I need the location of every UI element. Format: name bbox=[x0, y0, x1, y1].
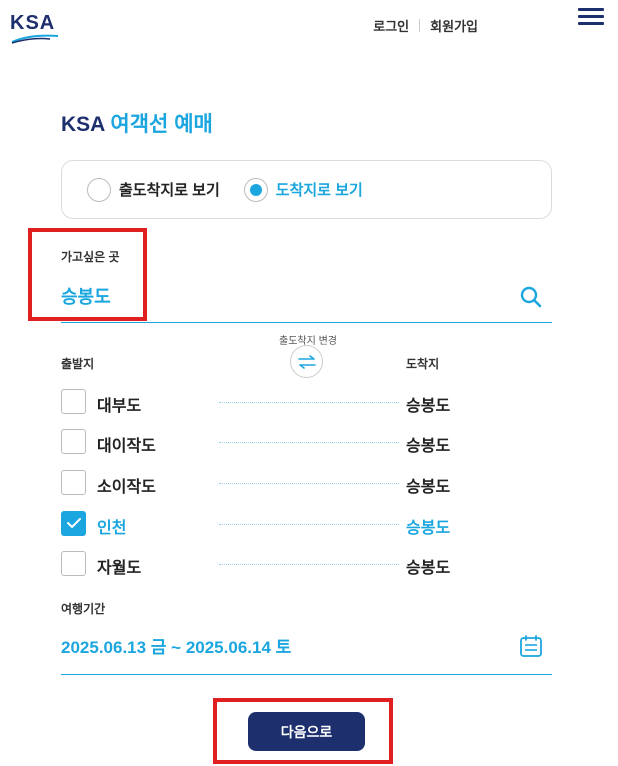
menu-icon[interactable] bbox=[578, 8, 604, 26]
calendar-icon[interactable] bbox=[519, 635, 543, 657]
route-dots bbox=[219, 442, 399, 443]
route-dots bbox=[219, 402, 399, 403]
check-icon bbox=[67, 518, 81, 528]
route-dots bbox=[219, 564, 399, 565]
destination-underline bbox=[61, 322, 552, 323]
route-to: 승봉도 bbox=[406, 520, 451, 537]
swap-button[interactable] bbox=[290, 345, 323, 378]
header-divider bbox=[419, 19, 421, 32]
route-row[interactable]: 대부도 승봉도 bbox=[61, 389, 552, 415]
route-row[interactable]: 소이작도 승봉도 bbox=[61, 470, 552, 496]
route-to: 승봉도 bbox=[406, 438, 451, 455]
route-row-selected[interactable]: 인천 승봉도 bbox=[61, 511, 552, 537]
route-checkbox[interactable] bbox=[61, 389, 86, 414]
radio-view-destination[interactable]: 도착지로 보기 bbox=[243, 177, 363, 202]
route-checkbox[interactable] bbox=[61, 470, 86, 495]
route-to: 승봉도 bbox=[406, 479, 451, 496]
radio-view-both[interactable]: 출도착지로 보기 bbox=[87, 177, 220, 202]
route-dots bbox=[219, 524, 399, 525]
login-link[interactable]: 로그인 bbox=[373, 16, 409, 35]
route-from: 소이작도 bbox=[97, 479, 156, 496]
route-row[interactable]: 대이작도 승봉도 bbox=[61, 429, 552, 455]
route-checkbox-checked[interactable] bbox=[61, 511, 86, 536]
route-checkbox[interactable] bbox=[61, 551, 86, 576]
route-from: 인천 bbox=[97, 520, 127, 537]
logo-text: KSA bbox=[10, 12, 56, 34]
radio-circle-selected-icon[interactable] bbox=[243, 177, 268, 202]
radio-label: 출도착지로 보기 bbox=[119, 182, 220, 199]
header-links: 로그인 회원가입 bbox=[373, 16, 478, 35]
route-from: 대부도 bbox=[97, 398, 142, 415]
view-mode-selector: 출도착지로 보기 도착지로 보기 bbox=[61, 160, 552, 219]
page-title-text: 여객선 예매 bbox=[110, 113, 213, 136]
route-from: 대이작도 bbox=[97, 438, 156, 455]
logo-swoosh-icon bbox=[11, 34, 59, 44]
ksa-logo[interactable]: KSA bbox=[10, 12, 66, 44]
signup-link[interactable]: 회원가입 bbox=[430, 16, 478, 35]
route-from: 자월도 bbox=[97, 560, 142, 577]
destination-value[interactable]: 승봉도 bbox=[61, 283, 111, 309]
page-title-brand: KSA bbox=[61, 113, 105, 136]
radio-label: 도착지로 보기 bbox=[275, 182, 363, 199]
route-checkbox[interactable] bbox=[61, 429, 86, 454]
next-button[interactable]: 다음으로 bbox=[248, 712, 365, 751]
route-dots bbox=[219, 483, 399, 484]
page-title: KSA 여객선 예매 bbox=[61, 108, 213, 138]
column-to-header: 도착지 bbox=[406, 357, 440, 371]
route-row[interactable]: 자월도 승봉도 bbox=[61, 551, 552, 577]
period-label: 여행기간 bbox=[61, 602, 106, 616]
column-from-header: 출발지 bbox=[61, 357, 95, 371]
swap-icon bbox=[297, 354, 316, 369]
search-icon[interactable] bbox=[519, 285, 543, 309]
destination-label: 가고싶은 곳 bbox=[61, 250, 120, 264]
period-underline bbox=[61, 674, 552, 675]
route-to: 승봉도 bbox=[406, 398, 451, 415]
radio-circle-icon[interactable] bbox=[87, 177, 111, 202]
route-to: 승봉도 bbox=[406, 560, 451, 577]
period-value[interactable]: 2025.06.13 금 ~ 2025.06.14 토 bbox=[61, 633, 291, 658]
